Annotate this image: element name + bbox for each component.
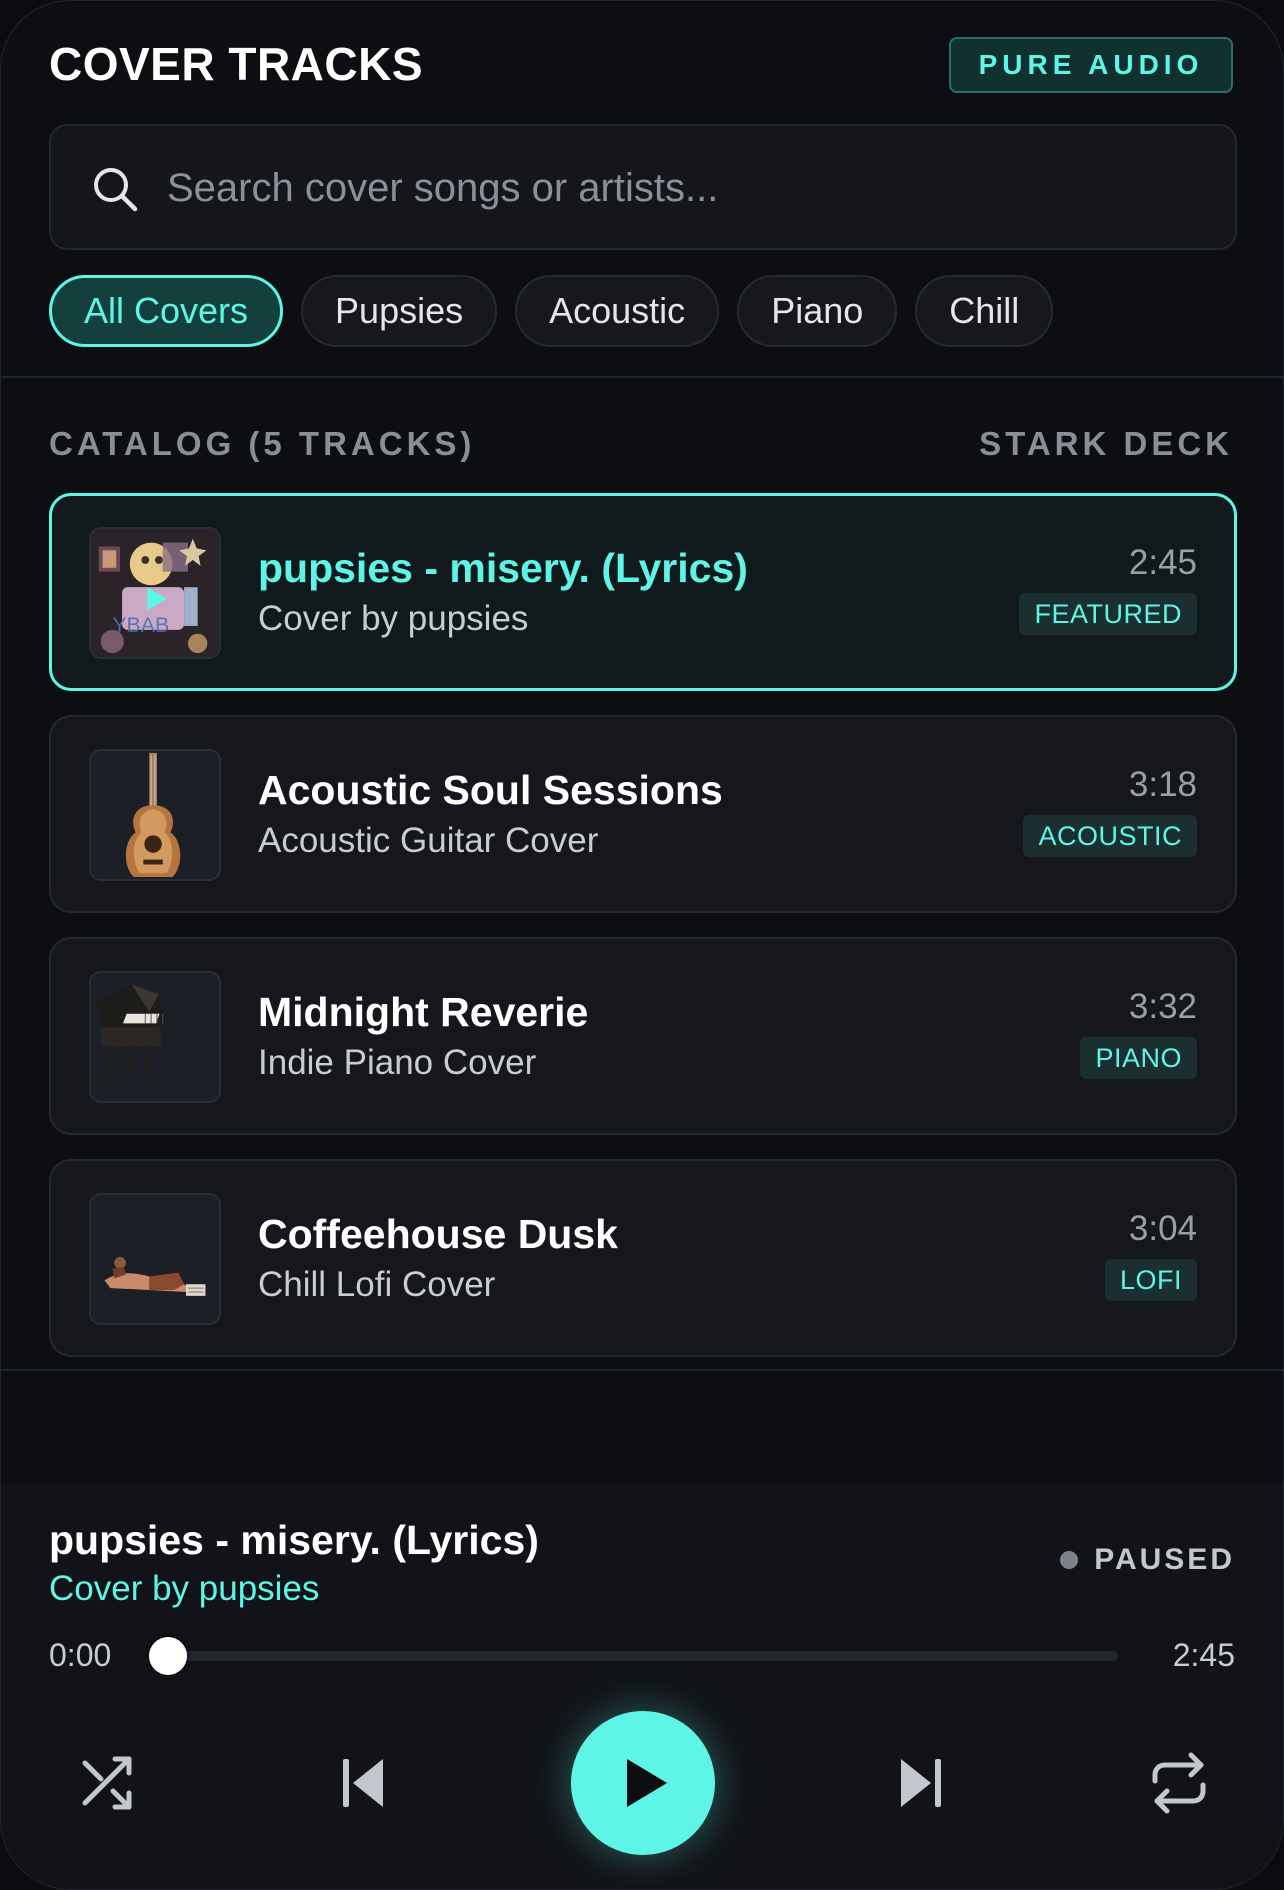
- track-subtitle: Cover by pupsies: [258, 599, 529, 638]
- track-title: Acoustic Soul Sessions: [258, 767, 723, 813]
- track-tag: ACOUSTIC: [1023, 815, 1197, 857]
- track-item-pupsies-misery[interactable]: YBAB pupsies - misery. (Lyrics) Cover by…: [49, 493, 1237, 691]
- track-duration: 3:18: [1128, 765, 1197, 804]
- pure-audio-badge: PURE AUDIO: [949, 37, 1233, 93]
- previous-button[interactable]: [327, 1747, 399, 1819]
- svg-text:YBAB: YBAB: [112, 613, 169, 637]
- divider: [1, 1369, 1283, 1371]
- filter-chip-all-covers[interactable]: All Covers: [49, 275, 284, 347]
- track-duration: 2:45: [1128, 543, 1197, 582]
- album-art-piano: [89, 971, 221, 1103]
- divider: [1, 376, 1283, 378]
- shuffle-button[interactable]: [71, 1747, 143, 1819]
- catalog-count-label: CATALOG (5 TRACKS): [49, 425, 476, 462]
- playback-status: PAUSED: [1060, 1543, 1235, 1577]
- now-playing-bar: pupsies - misery. (Lyrics) Cover by pups…: [1, 1483, 1283, 1889]
- app-window: COVER TRACKS PURE AUDIO All Covers Pupsi…: [0, 0, 1284, 1890]
- track-duration: 3:04: [1128, 1209, 1197, 1248]
- next-button[interactable]: [885, 1747, 957, 1819]
- album-art-lofi: [89, 1193, 221, 1325]
- track-tag: LOFI: [1104, 1259, 1197, 1301]
- track-subtitle: Chill Lofi Cover: [258, 1265, 496, 1304]
- search-bar[interactable]: [49, 124, 1237, 250]
- page-title: COVER TRACKS: [49, 38, 424, 90]
- current-time: 0:00: [49, 1637, 112, 1673]
- deck-label: STARK DECK: [979, 425, 1233, 462]
- progress-handle[interactable]: [149, 1637, 187, 1675]
- now-playing-subtitle: Cover by pupsies: [49, 1569, 320, 1608]
- filter-chip-chill[interactable]: Chill: [915, 275, 1054, 347]
- total-time: 2:45: [1172, 1637, 1235, 1673]
- skip-previous-icon: [343, 1759, 383, 1807]
- album-art-guitar: [89, 749, 221, 881]
- track-tag: FEATURED: [1019, 593, 1197, 635]
- track-item-acoustic-soul-sessions[interactable]: Acoustic Soul Sessions Acoustic Guitar C…: [49, 715, 1237, 913]
- now-playing-title: pupsies - misery. (Lyrics): [49, 1517, 539, 1563]
- repeat-button[interactable]: [1143, 1747, 1215, 1819]
- play-icon: [627, 1759, 667, 1807]
- search-icon: [94, 168, 138, 212]
- search-input[interactable]: [167, 150, 1207, 226]
- track-title: Coffeehouse Dusk: [258, 1211, 618, 1257]
- track-item-midnight-reverie[interactable]: Midnight Reverie Indie Piano Cover 3:32 …: [49, 937, 1237, 1135]
- filter-chips: All Covers Pupsies Acoustic Piano Chill: [49, 275, 1054, 347]
- skip-next-icon: [901, 1759, 941, 1807]
- shuffle-icon: [82, 1756, 132, 1810]
- track-title: Midnight Reverie: [258, 989, 589, 1035]
- progress-slider[interactable]: [149, 1637, 1118, 1675]
- track-subtitle: Indie Piano Cover: [258, 1043, 537, 1082]
- album-art-pupsies: YBAB: [89, 527, 221, 659]
- filter-chip-acoustic[interactable]: Acoustic: [515, 275, 720, 347]
- status-dot-icon: [1060, 1551, 1079, 1569]
- status-text: PAUSED: [1094, 1543, 1235, 1576]
- track-subtitle: Acoustic Guitar Cover: [258, 821, 599, 860]
- track-duration: 3:32: [1128, 987, 1197, 1026]
- track-tag: PIANO: [1080, 1037, 1197, 1079]
- play-button[interactable]: [571, 1711, 715, 1855]
- filter-chip-piano[interactable]: Piano: [737, 275, 898, 347]
- track-item-coffeehouse-dusk[interactable]: Coffeehouse Dusk Chill Lofi Cover 3:04 L…: [49, 1159, 1237, 1357]
- filter-chip-pupsies[interactable]: Pupsies: [301, 275, 498, 347]
- repeat-icon: [1152, 1752, 1206, 1814]
- track-title: pupsies - misery. (Lyrics): [258, 545, 748, 591]
